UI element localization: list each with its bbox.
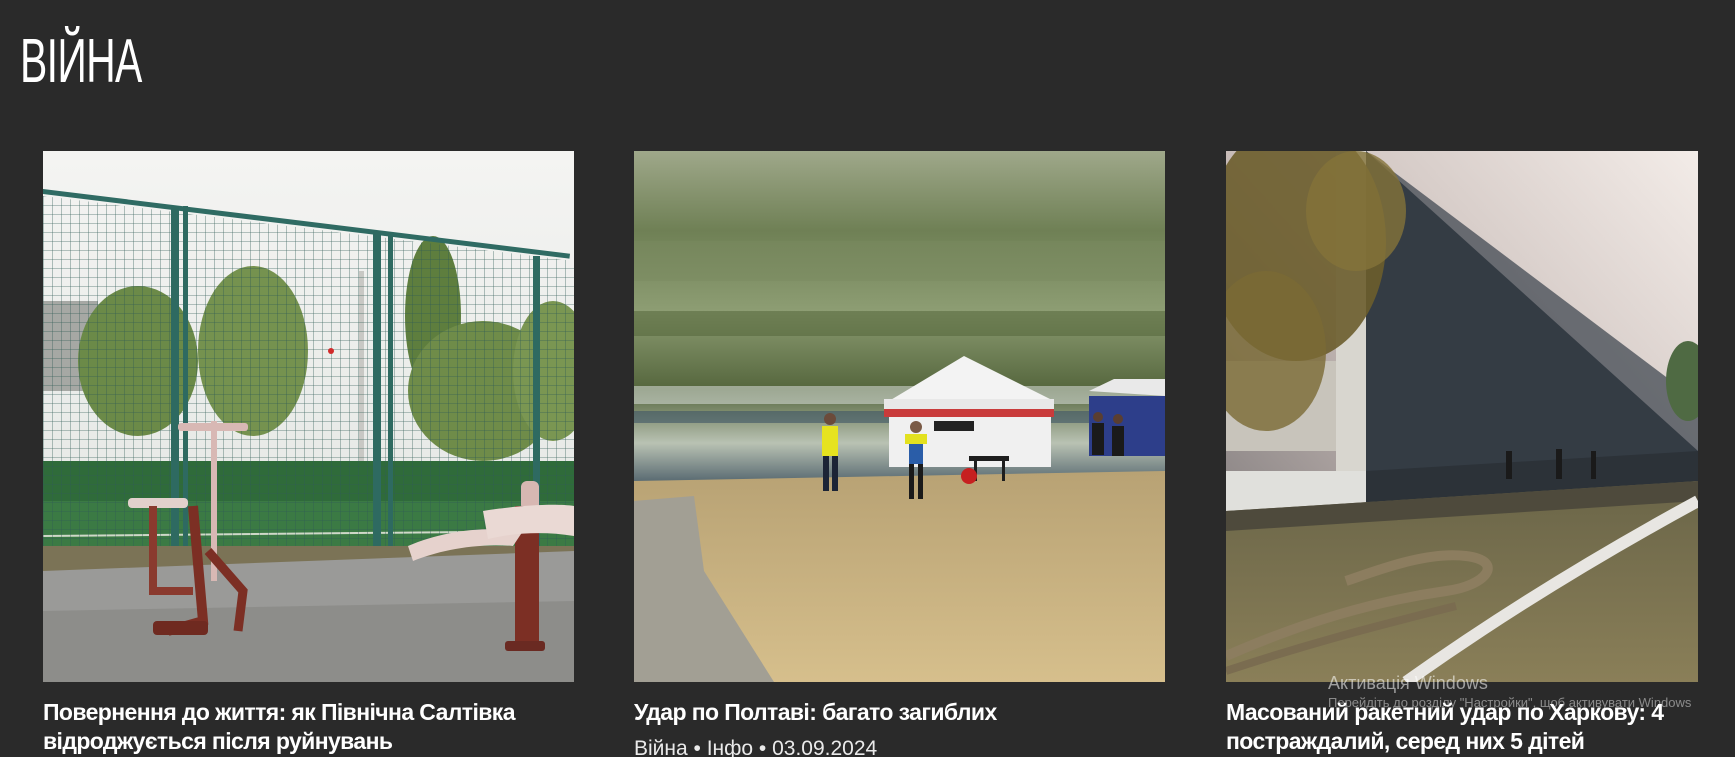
card-meta: Війна • Інфо • 03.09.2024: [634, 737, 878, 757]
card-title[interactable]: Повернення до життя: як Північна Салтівк…: [43, 698, 574, 756]
card-title[interactable]: Удар по Полтаві: багато загиблих: [634, 698, 1165, 727]
playground-photo: [43, 151, 574, 682]
card-image[interactable]: [43, 151, 574, 682]
kharkiv-fire-photo: [1226, 151, 1698, 682]
poltava-photo: [634, 151, 1165, 682]
card-image[interactable]: [634, 151, 1165, 682]
section-title[interactable]: ВІЙНА: [20, 20, 142, 104]
card-title[interactable]: Масований ракетний удар по Харкову: 4 по…: [1226, 698, 1698, 756]
news-card[interactable]: Удар по Полтаві: багато загиблих Війна •…: [634, 151, 1165, 757]
card-image[interactable]: [1226, 151, 1698, 682]
page: ВІЙНА Повернення до життя: як Північна С…: [0, 0, 1735, 757]
news-card[interactable]: Повернення до життя: як Північна Салтівк…: [43, 151, 574, 756]
news-card[interactable]: Масований ракетний удар по Харкову: 4 по…: [1226, 151, 1698, 756]
